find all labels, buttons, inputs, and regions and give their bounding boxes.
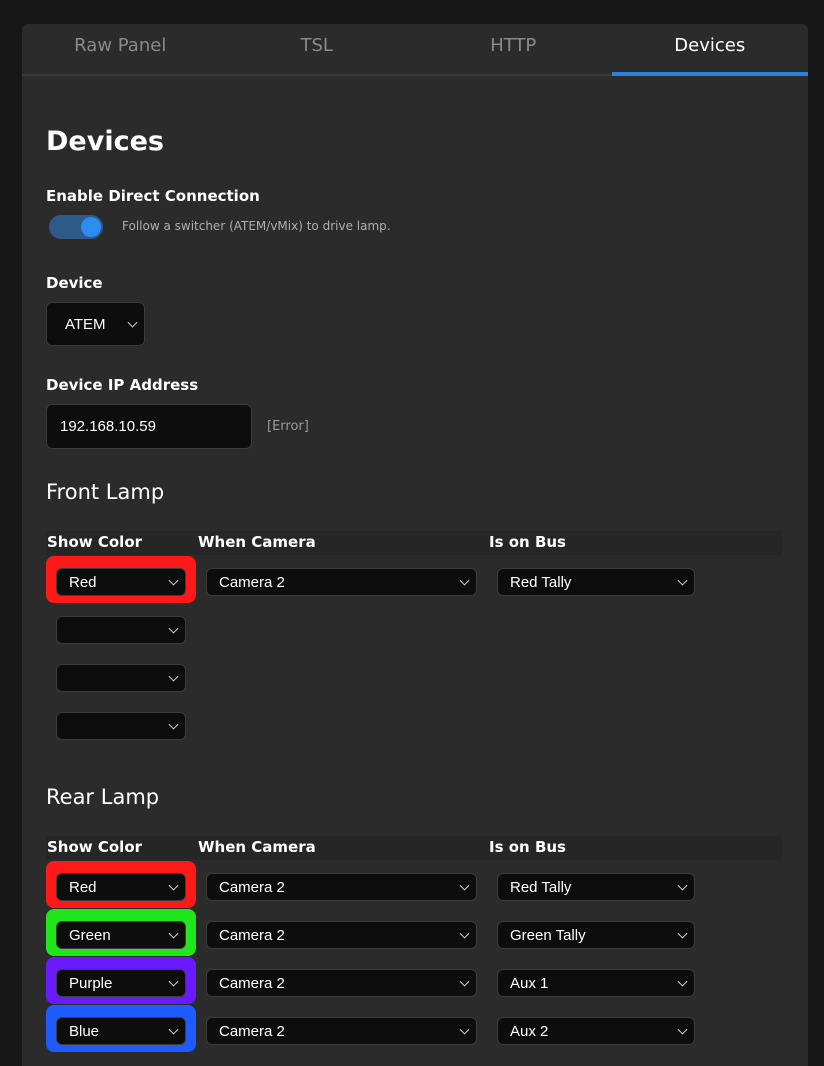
chevron-down-icon	[459, 928, 470, 939]
rear-row-4-color-select[interactable]: Blue	[56, 1017, 186, 1045]
rear-lamp-title: Rear Lamp	[46, 785, 160, 809]
ip-address-value: 192.168.10.59	[60, 418, 156, 435]
front-row-1-camera-value: Camera 2	[219, 573, 285, 591]
chevron-down-icon	[168, 928, 179, 939]
rear-when-camera-header: When Camera	[198, 838, 316, 856]
front-when-camera-header: When Camera	[198, 533, 316, 551]
front-row-1-color-value: Red	[69, 573, 97, 591]
front-row-1-color-select[interactable]: Red	[56, 568, 186, 596]
chevron-down-icon	[127, 317, 138, 328]
chevron-down-icon	[168, 1024, 179, 1035]
direct-connection-label: Enable Direct Connection	[46, 187, 260, 205]
rear-row-2-camera-select[interactable]: Camera 2	[206, 921, 477, 949]
chevron-down-icon	[168, 976, 179, 987]
tab-raw-panel[interactable]: Raw Panel	[22, 24, 219, 74]
chevron-down-icon	[168, 623, 179, 634]
rear-row-1-camera-select[interactable]: Camera 2	[206, 873, 477, 901]
chevron-down-icon	[168, 671, 179, 682]
front-lamp-title: Front Lamp	[46, 480, 165, 504]
rear-row-4-bus-value: Aux 2	[510, 1022, 549, 1040]
tab-bar: Raw Panel TSL HTTP Devices	[22, 24, 808, 76]
device-select-value: ATEM	[65, 315, 106, 333]
front-row-1-bus-value: Red Tally	[510, 573, 572, 591]
front-row-4-color-select[interactable]	[56, 712, 186, 740]
chevron-down-icon	[459, 1024, 470, 1035]
front-row-1-bus-select[interactable]: Red Tally	[497, 568, 695, 596]
rear-row-2-bus-value: Green Tally	[510, 926, 586, 944]
tab-http[interactable]: HTTP	[415, 24, 612, 74]
device-select[interactable]: ATEM	[46, 302, 145, 346]
chevron-down-icon	[459, 976, 470, 987]
settings-panel: Raw Panel TSL HTTP Devices Devices Enabl…	[22, 24, 808, 1066]
rear-row-2-color-select[interactable]: Green	[56, 921, 186, 949]
front-show-color-header: Show Color	[47, 533, 143, 551]
front-row-2-color-select[interactable]	[56, 616, 186, 644]
direct-connection-toggle[interactable]	[49, 215, 103, 239]
rear-row-1-bus-select[interactable]: Red Tally	[497, 873, 695, 901]
toggle-knob	[81, 217, 101, 237]
chevron-down-icon	[459, 880, 470, 891]
page-title: Devices	[46, 126, 164, 157]
rear-lamp-table-header	[46, 836, 782, 860]
tab-tsl[interactable]: TSL	[219, 24, 416, 74]
chevron-down-icon	[168, 719, 179, 730]
chevron-down-icon	[677, 976, 688, 987]
rear-row-1-color-value: Red	[69, 878, 97, 896]
chevron-down-icon	[677, 575, 688, 586]
rear-row-4-camera-select[interactable]: Camera 2	[206, 1017, 477, 1045]
rear-row-4-camera-value: Camera 2	[219, 1022, 285, 1040]
rear-row-3-color-value: Purple	[69, 974, 113, 992]
direct-connection-hint: Follow a switcher (ATEM/vMix) to drive l…	[122, 219, 391, 233]
rear-row-3-bus-value: Aux 1	[510, 974, 549, 992]
rear-row-2-bus-select[interactable]: Green Tally	[497, 921, 695, 949]
rear-row-3-camera-value: Camera 2	[219, 974, 285, 992]
device-label: Device	[46, 274, 103, 292]
chevron-down-icon	[168, 880, 179, 891]
ip-label: Device IP Address	[46, 376, 199, 394]
chevron-down-icon	[168, 575, 179, 586]
tab-devices[interactable]: Devices	[611, 24, 809, 76]
rear-row-3-color-select[interactable]: Purple	[56, 969, 186, 997]
chevron-down-icon	[677, 928, 688, 939]
front-lamp-table-header	[46, 531, 782, 555]
front-is-on-bus-header: Is on Bus	[489, 533, 566, 551]
connection-status: [Error]	[267, 419, 309, 434]
rear-row-1-bus-value: Red Tally	[510, 878, 572, 896]
rear-row-2-camera-value: Camera 2	[219, 926, 285, 944]
rear-row-4-color-value: Blue	[69, 1022, 100, 1040]
rear-row-1-color-select[interactable]: Red	[56, 873, 186, 901]
chevron-down-icon	[459, 575, 470, 586]
rear-show-color-header: Show Color	[47, 838, 143, 856]
chevron-down-icon	[677, 1024, 688, 1035]
front-row-3-color-select[interactable]	[56, 664, 186, 692]
rear-row-2-color-value: Green	[69, 926, 111, 944]
rear-row-3-bus-select[interactable]: Aux 1	[497, 969, 695, 997]
rear-is-on-bus-header: Is on Bus	[489, 838, 566, 856]
rear-row-3-camera-select[interactable]: Camera 2	[206, 969, 477, 997]
ip-address-input[interactable]: 192.168.10.59	[46, 404, 252, 449]
rear-row-1-camera-value: Camera 2	[219, 878, 285, 896]
rear-row-4-bus-select[interactable]: Aux 2	[497, 1017, 695, 1045]
front-row-1-camera-select[interactable]: Camera 2	[206, 568, 477, 596]
chevron-down-icon	[677, 880, 688, 891]
